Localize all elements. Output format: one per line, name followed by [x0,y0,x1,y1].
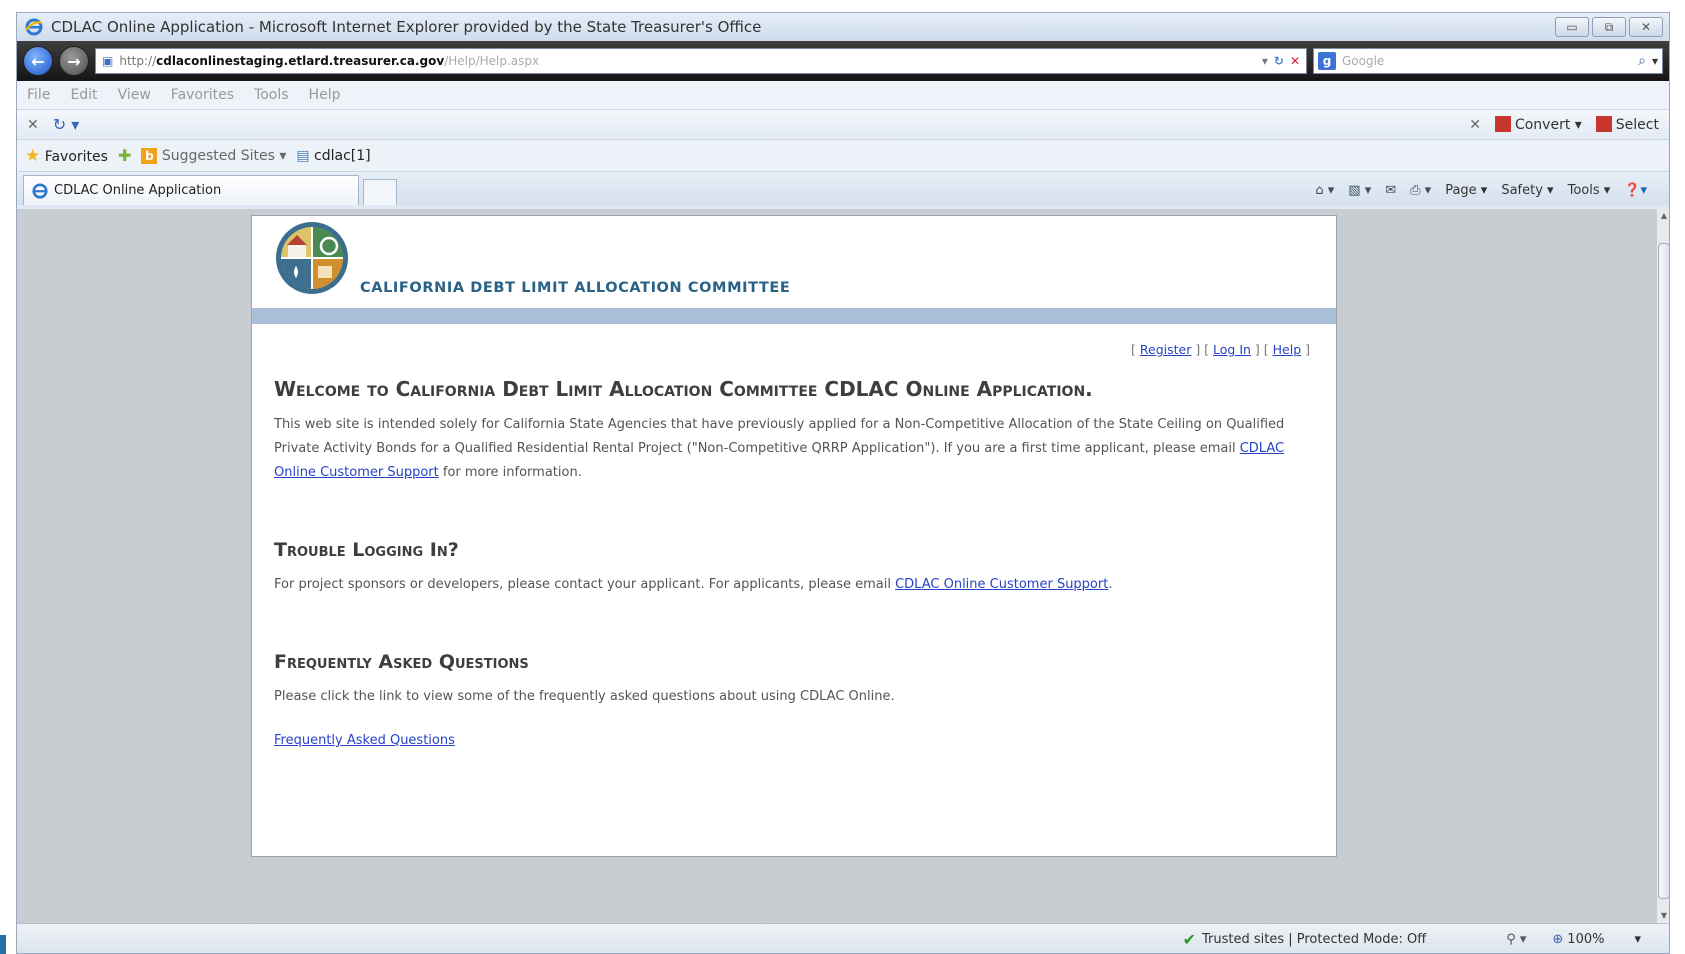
back-button[interactable]: ← [23,46,53,76]
print-icon[interactable]: ⎙ ▾ [1410,183,1431,198]
tools-menu[interactable]: Tools ▾ [1568,183,1611,198]
bing-icon: b [141,147,158,164]
feeds-icon[interactable]: ▧ ▾ [1348,183,1371,198]
ie-logo-icon [25,18,43,36]
help-link[interactable]: Help [1273,342,1302,357]
zoom-icon: ⊕ [1552,932,1564,947]
search-input[interactable]: Google [1342,54,1632,68]
tab-ie-icon [32,182,48,199]
url-path: /Help/Help.aspx [444,54,540,68]
vertical-scrollbar[interactable]: ▲ ▼ [1657,209,1669,923]
forward-button[interactable]: → [59,46,89,76]
org-name: CALIFORNIA DEBT LIMIT ALLOCATION COMMITT… [360,280,791,296]
window-title: CDLAC Online Application - Microsoft Int… [51,18,762,36]
menu-edit[interactable]: Edit [70,87,97,103]
menu-bar: File Edit View Favorites Tools Help [17,81,1669,109]
taskbar-edge [0,935,6,954]
stop-icon[interactable]: ✕ [1290,54,1300,68]
cdlac-logo-icon [276,222,348,294]
tab-row: CDLAC Online Application ⌂ ▾ ▧ ▾ ✉ ⎙ ▾ P… [17,171,1669,205]
minimize-button[interactable]: ▭ [1555,17,1589,37]
new-tab-button[interactable] [363,179,397,205]
faq-link-row: Frequently Asked Questions [252,709,1336,753]
mail-icon[interactable]: ✉ [1385,183,1396,198]
safety-menu[interactable]: Safety ▾ [1501,183,1553,198]
restore-button[interactable]: ⧉ [1592,17,1626,37]
page-icon: ▣ [102,54,114,68]
menu-view[interactable]: View [118,87,151,103]
select-button[interactable]: Select [1595,116,1659,133]
tab-cdlac[interactable]: CDLAC Online Application [23,175,359,205]
address-bar[interactable]: ▣ http://cdlaconlinestaging.etlard.treas… [95,48,1307,74]
search-icon[interactable]: ⌕ [1638,53,1646,69]
scroll-down-icon[interactable]: ▼ [1657,909,1669,923]
menu-help[interactable]: Help [309,87,341,103]
browser-window: CDLAC Online Application - Microsoft Int… [16,12,1670,954]
title-bar: CDLAC Online Application - Microsoft Int… [17,13,1669,41]
register-link[interactable]: Register [1140,342,1191,357]
google-icon: g [1318,52,1336,70]
refresh-icon[interactable]: ↻ [1274,54,1284,68]
page-menu[interactable]: Page ▾ [1445,183,1487,198]
trusted-check-icon: ✔ [1182,930,1196,949]
scroll-up-icon[interactable]: ▲ [1657,209,1669,223]
pdf-convert-icon [1494,116,1511,132]
status-bar: ✔ Trusted sites | Protected Mode: Off ⚲ … [17,923,1669,953]
web-slice-icon: ▤ [296,147,310,164]
toolbar-refresh-icon[interactable]: ↻ ▾ [53,115,80,134]
menu-favorites[interactable]: Favorites [171,87,234,103]
banner-band [252,308,1336,324]
scroll-thumb[interactable] [1658,243,1669,899]
welcome-heading: Welcome to California Debt Limit Allocat… [274,377,1093,401]
add-favorite-icon[interactable]: ✚ [118,146,131,165]
login-link[interactable]: Log In [1213,342,1251,357]
address-dropdown-icon[interactable]: ▾ [1262,54,1268,68]
url-host: cdlaconlinestaging.etlard.treasurer.ca.g… [156,54,445,68]
star-icon: ★ [25,145,41,166]
welcome-paragraph: This web site is intended solely for Cal… [274,417,1285,480]
faq-heading: Frequently Asked Questions [274,651,529,673]
home-icon[interactable]: ⌂ ▾ [1315,183,1334,198]
menu-file[interactable]: File [27,87,50,103]
address-toolbar: ← → ▣ http://cdlaconlinestaging.etlard.t… [17,41,1669,81]
pdf-select-icon [1595,116,1612,132]
convert-button[interactable]: Convert ▾ [1494,116,1582,133]
site-banner: CALIFORNIA DEBT LIMIT ALLOCATION COMMITT… [252,216,1336,308]
security-zone[interactable]: Trusted sites | Protected Mode: Off [1202,932,1426,947]
close-convert-toolbar-icon[interactable]: ✕ [1469,117,1481,133]
favorites-button[interactable]: ★ Favorites [25,146,108,166]
search-dropdown-icon[interactable]: ▾ [1652,54,1658,68]
top-links: [ Register ] [ Log In ] [ Help ] [1131,342,1310,357]
menu-tools[interactable]: Tools [254,87,289,103]
tab-tools: ⌂ ▾ ▧ ▾ ✉ ⎙ ▾ Page ▾ Safety ▾ Tools ▾ ❓▾ [1315,175,1669,205]
zoom-dropdown-icon[interactable]: ▾ [1634,932,1641,947]
trouble-support-link[interactable]: CDLAC Online Customer Support [895,577,1108,592]
command-bar: ✕ ↻ ▾ ✕ Convert ▾ Select [17,109,1669,139]
url-scheme: http:// [119,54,157,68]
zoom-level[interactable]: 100% [1567,932,1604,947]
suggested-sites-button[interactable]: b Suggested Sites ▾ [141,147,286,164]
trouble-heading: Trouble Logging In? [274,539,459,561]
protected-mode-icon[interactable]: ⚲ ▾ [1506,932,1526,947]
close-button[interactable]: ✕ [1629,17,1663,37]
help-icon[interactable]: ❓▾ [1624,183,1647,198]
favorite-link-cdlac[interactable]: ▤ cdlac[1] [296,148,370,164]
trouble-paragraph: For project sponsors or developers, plea… [274,577,1113,592]
site-page: CALIFORNIA DEBT LIMIT ALLOCATION COMMITT… [251,215,1337,857]
favorites-bar: ★ Favorites ✚ b Suggested Sites ▾ ▤ cdla… [17,139,1669,171]
faq-paragraph: Please click the link to view some of th… [274,689,895,704]
search-box[interactable]: g Google ⌕ ▾ [1313,48,1663,74]
page-viewport: CALIFORNIA DEBT LIMIT ALLOCATION COMMITT… [17,209,1669,923]
faq-link[interactable]: Frequently Asked Questions [274,733,455,748]
tab-label: CDLAC Online Application [54,183,222,198]
close-toolbar-icon[interactable]: ✕ [27,117,39,133]
